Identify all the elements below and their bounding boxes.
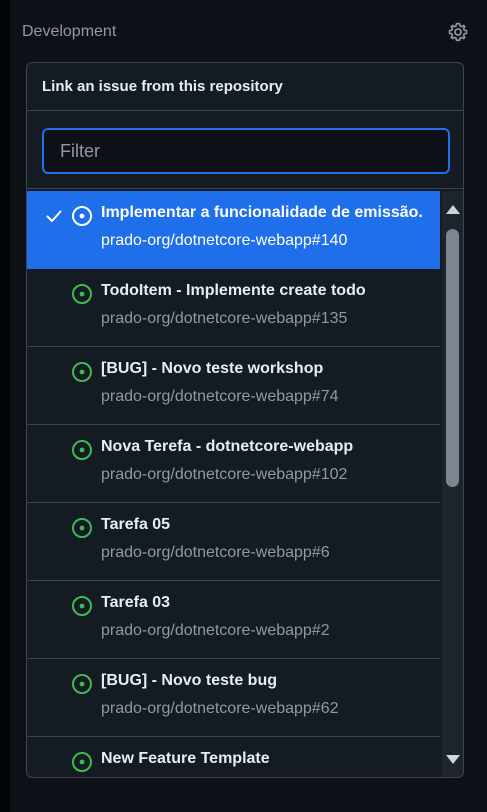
development-header: Development (22, 20, 470, 44)
issue-list-item[interactable]: Tarefa 05 prado-org/dotnetcore-webapp#6 (27, 503, 440, 581)
issue-opened-icon (72, 596, 92, 616)
issue-opened-icon (72, 284, 92, 304)
issue-title: Tarefa 03 (101, 594, 171, 611)
development-settings-button[interactable] (446, 20, 470, 44)
issue-list-item[interactable]: [BUG] - Novo teste bug prado-org/dotnetco… (27, 659, 440, 737)
issue-opened-icon (72, 206, 92, 226)
issue-repo-ref: prado-org/dotnetcore-webapp#2 (101, 622, 330, 639)
issue-title: New Feature Template (101, 750, 270, 767)
issue-opened-icon (72, 440, 92, 460)
issue-repo-ref: prado-org/dotnetcore-webapp#74 (101, 388, 339, 405)
issue-repo-ref: prado-org/dotnetcore-webapp#62 (101, 700, 339, 717)
issue-list-item[interactable]: Implementar a funcionalidade de emissão.… (27, 191, 440, 269)
panel-header: Link an issue from this repository (27, 63, 463, 111)
issue-list-item[interactable]: Nova Terefa - dotnetcore-webapp prado-org… (27, 425, 440, 503)
development-title: Development (22, 23, 117, 40)
issue-repo-ref: prado-org/dotnetcore-webapp#6 (101, 544, 330, 561)
scrollbar[interactable] (442, 191, 463, 777)
link-issue-panel: Link an issue from this repository Imple… (26, 62, 464, 778)
filter-input[interactable] (42, 128, 450, 174)
issue-title: [BUG] - Novo teste workshop (101, 360, 324, 377)
issue-title: [BUG] - Novo teste bug (101, 672, 277, 689)
issue-title: TodoItem - Implemente create todo (101, 282, 366, 299)
issue-opened-icon (72, 518, 92, 538)
check-icon (46, 210, 62, 222)
scroll-up-arrow-icon[interactable] (446, 205, 460, 214)
issue-list-area: Implementar a funcionalidade de emissão.… (27, 191, 463, 777)
issue-repo-ref: prado-org/dotnetcore-webapp#102 (101, 466, 348, 483)
issue-list: Implementar a funcionalidade de emissão.… (27, 191, 440, 777)
issue-title: Tarefa 05 (101, 516, 171, 533)
issue-title: Nova Terefa - dotnetcore-webapp (101, 438, 354, 455)
issue-opened-icon (72, 674, 92, 694)
issue-repo-ref: prado-org/dotnetcore-webapp#135 (101, 310, 348, 327)
issue-list-item[interactable]: Tarefa 03 prado-org/dotnetcore-webapp#2 (27, 581, 440, 659)
scroll-thumb[interactable] (446, 229, 459, 487)
gear-icon (448, 22, 468, 42)
issue-repo-ref: prado-org/dotnetcore-webapp#140 (101, 232, 348, 249)
issue-opened-icon (72, 362, 92, 382)
issue-opened-icon (72, 752, 92, 772)
issue-list-item[interactable]: TodoItem - Implemente create todo prado-o… (27, 269, 440, 347)
issue-list-item[interactable]: [BUG] - Novo teste workshop prado-org/dot… (27, 347, 440, 425)
scroll-down-arrow-icon[interactable] (446, 755, 460, 764)
issue-list-item[interactable]: New Feature Template (27, 737, 440, 777)
issue-title: Implementar a funcionalidade de emissão. (101, 204, 423, 221)
filter-container (27, 111, 463, 189)
